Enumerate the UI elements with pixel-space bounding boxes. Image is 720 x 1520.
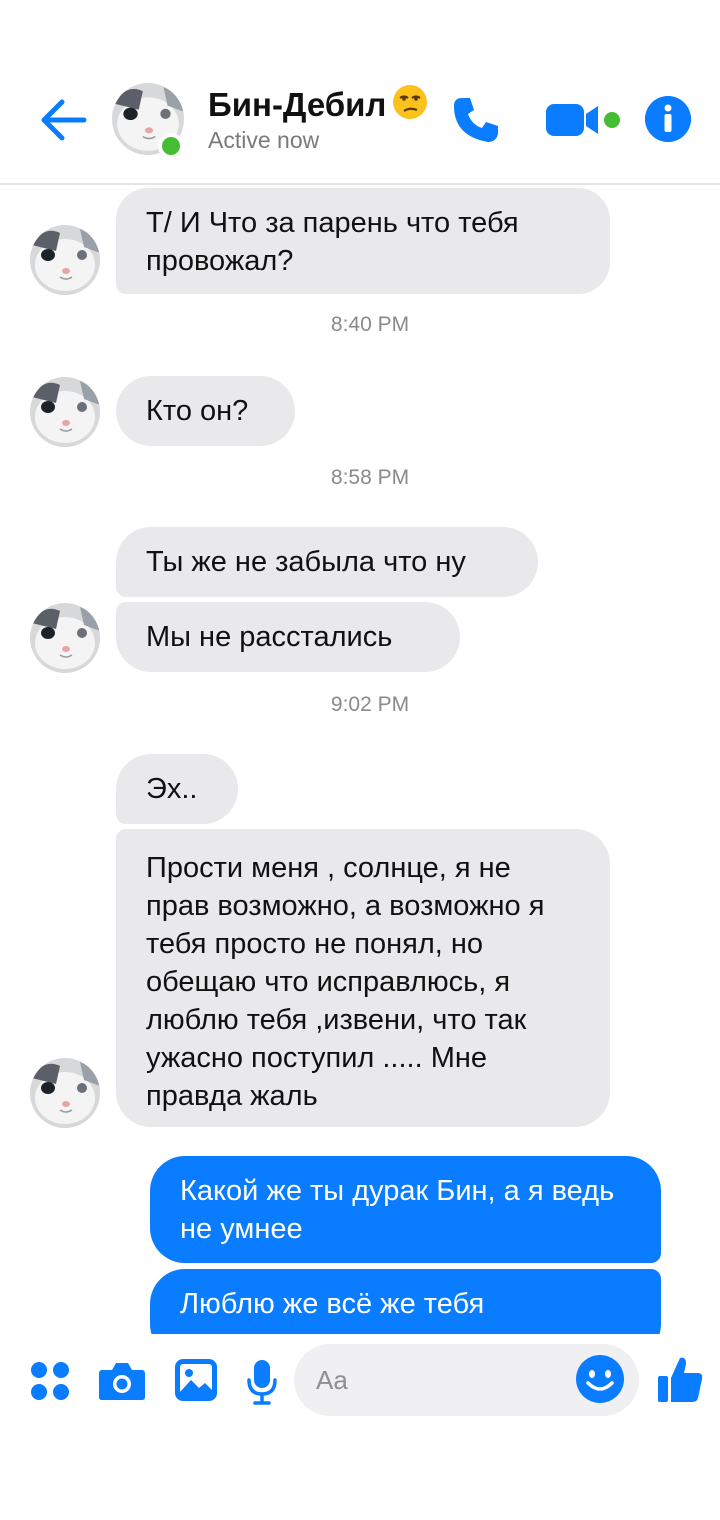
apps-icon[interactable] <box>30 1361 70 1401</box>
unamused-face-emoji <box>393 85 428 119</box>
message-bubble[interactable]: Т/ И Что за парень что тебя провожал? <box>116 188 610 294</box>
contact-name-row[interactable]: Бин-Дебил <box>208 84 428 124</box>
message-bubble-sent[interactable]: Какой же ты дурак Бин, а я ведь не умнее <box>150 1156 661 1263</box>
message-bubble-sent[interactable]: Люблю же всё же тебя <box>150 1269 661 1334</box>
sender-avatar[interactable] <box>30 377 100 447</box>
message-bubble[interactable]: Прости меня , солнце, я не прав возможно… <box>116 829 610 1127</box>
message-bubble[interactable]: Мы не расстались <box>116 602 460 672</box>
camera-icon[interactable] <box>98 1360 146 1402</box>
video-icon[interactable] <box>544 100 606 140</box>
conversation[interactable]: Т/ И Что за парень что тебя провожал? 8:… <box>0 187 720 1334</box>
message-input[interactable]: Aa <box>294 1344 639 1416</box>
video-active-dot <box>604 112 620 128</box>
info-icon[interactable] <box>645 96 691 142</box>
gallery-icon[interactable] <box>174 1358 218 1402</box>
chat-header: Бин-Дебил Active now <box>0 0 720 185</box>
timestamp: 8:58 PM <box>330 466 410 489</box>
sender-avatar[interactable] <box>30 1058 100 1128</box>
contact-status: Active now <box>208 127 320 153</box>
message-bubble[interactable]: Эх.. <box>116 754 238 824</box>
online-indicator <box>158 133 184 159</box>
message-bubble[interactable]: Ты же не забыла что ну <box>116 527 538 597</box>
timestamp: 9:02 PM <box>330 693 410 716</box>
message-bubble[interactable]: Кто он? <box>116 376 295 446</box>
back-arrow-icon[interactable] <box>36 96 90 144</box>
message-input-placeholder: Aa <box>316 1365 348 1395</box>
emoji-icon[interactable] <box>575 1354 625 1404</box>
phone-icon[interactable] <box>450 94 502 146</box>
message-composer: Aa <box>0 1334 720 1430</box>
sender-avatar[interactable] <box>30 225 100 295</box>
sender-avatar[interactable] <box>30 603 100 673</box>
thumbs-up-icon[interactable] <box>656 1354 704 1404</box>
microphone-icon[interactable] <box>246 1358 278 1406</box>
contact-name: Бин-Дебил <box>208 86 387 123</box>
timestamp: 8:40 PM <box>330 313 410 336</box>
